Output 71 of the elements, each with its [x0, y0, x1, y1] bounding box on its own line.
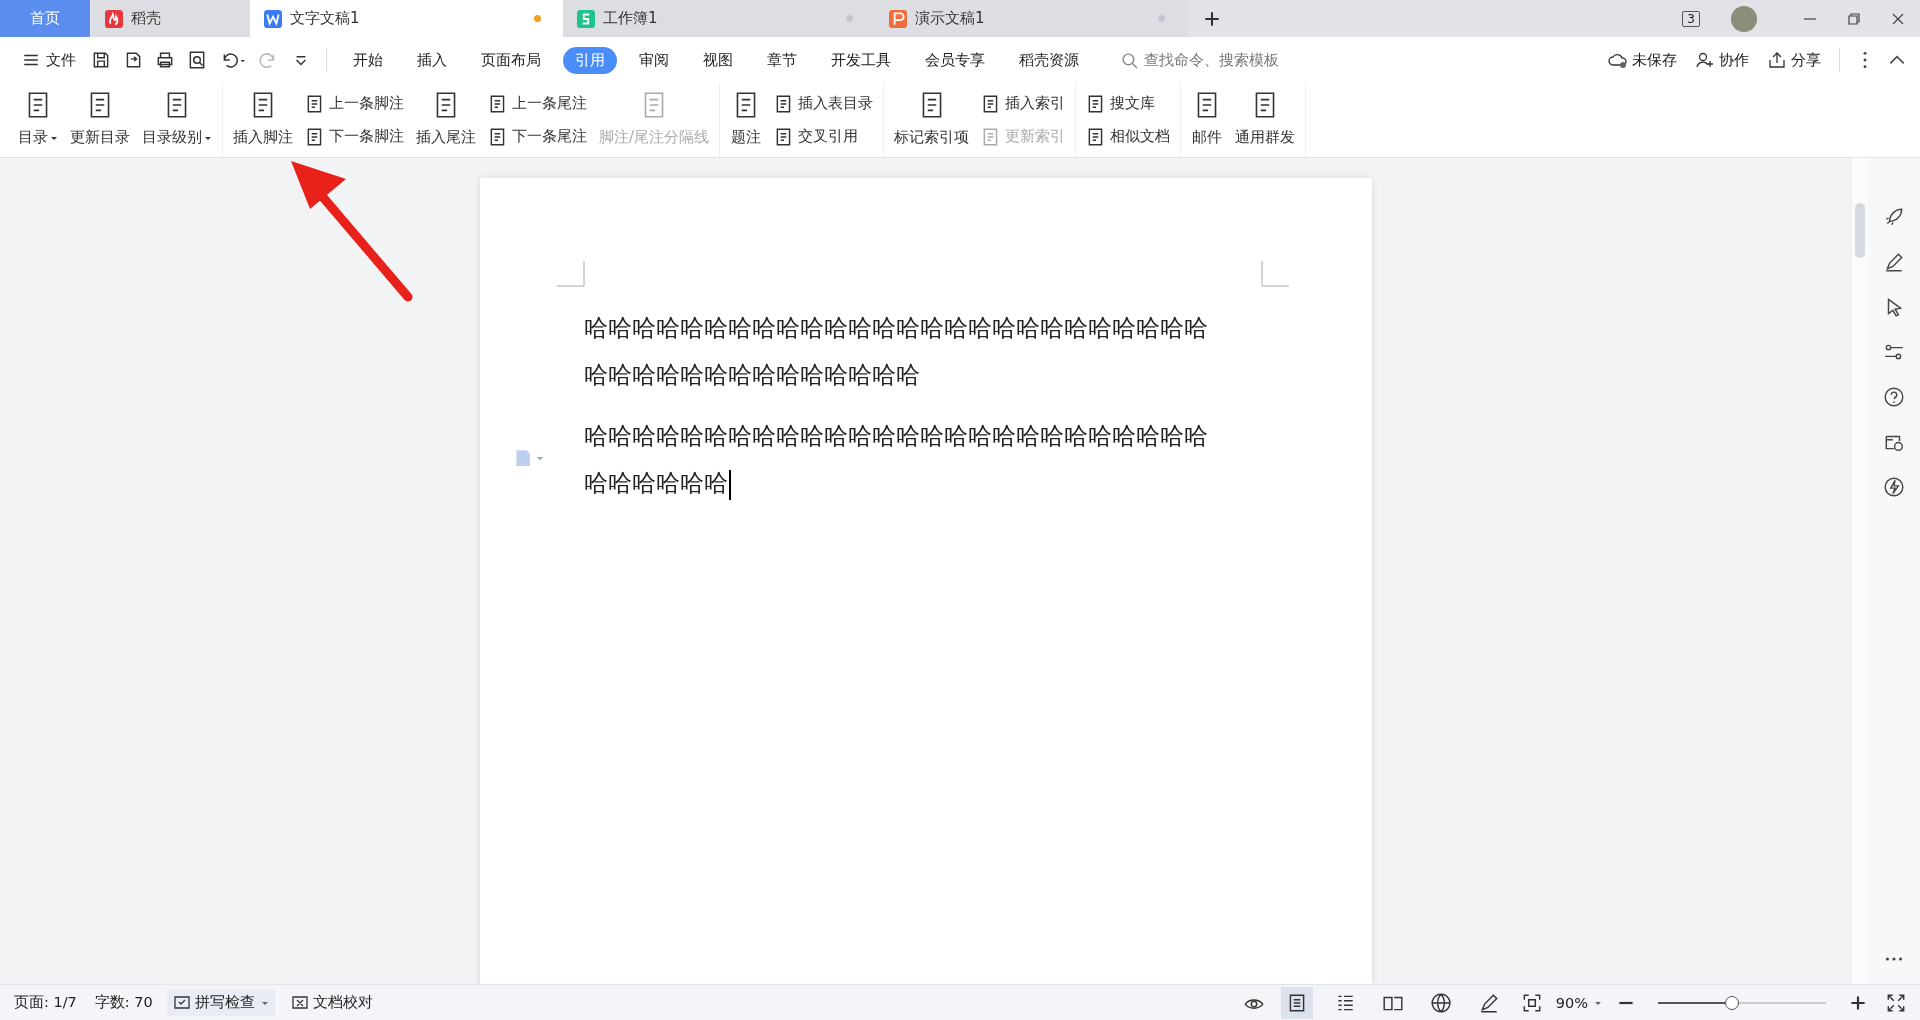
ribbon-button[interactable]: 下一条脚注 — [301, 124, 408, 149]
ribbon-button[interactable]: 插入尾注 — [412, 87, 480, 153]
ribbon-button[interactable]: 插入索引 — [977, 91, 1070, 116]
ribbon-button[interactable]: 目录 — [14, 87, 62, 153]
app-logo-icon — [577, 9, 595, 28]
ribbon-button[interactable]: 邮件 — [1187, 87, 1228, 153]
paragraph-text: 哈哈哈哈哈哈哈哈哈哈哈哈哈哈哈哈哈哈哈哈哈哈哈哈哈哈哈哈哈哈哈哈哈哈哈哈哈哈哈哈 — [583, 313, 1209, 391]
document-tab[interactable]: 文字文稿1 — [250, 0, 563, 37]
menu-tab[interactable]: 页面布局 — [469, 46, 553, 74]
flame-logo-icon — [105, 9, 123, 28]
lightning-icon[interactable] — [1883, 476, 1905, 498]
zoom-dropdown[interactable]: 90% — [1555, 994, 1602, 1011]
save-icon[interactable] — [91, 50, 111, 70]
pen-icon[interactable] — [1883, 251, 1905, 273]
window-count-badge[interactable]: 3 — [1682, 10, 1700, 27]
ribbon-button[interactable]: 相似文档 — [1082, 124, 1175, 149]
preview-icon[interactable] — [187, 50, 207, 70]
menu-tab[interactable]: 插入 — [405, 46, 459, 74]
file-menu[interactable]: 文件 — [16, 46, 82, 74]
toolbar-action-button[interactable]: 协作 — [1689, 46, 1755, 74]
menu-tab[interactable]: 章节 — [755, 46, 809, 74]
document-tab[interactable]: 稻壳 — [90, 0, 250, 37]
menu-tab[interactable]: 审阅 — [627, 46, 681, 74]
check-box-icon — [172, 993, 191, 1012]
ribbon-button[interactable]: 下一条尾注 — [484, 124, 591, 149]
document-tab[interactable]: 演示文稿1 — [875, 0, 1187, 37]
text-cursor — [728, 469, 731, 500]
cloud-icon — [1608, 51, 1628, 69]
search-field[interactable]: 查找命令、搜索模板 — [1117, 46, 1340, 74]
ribbon-button[interactable]: 交叉引用 — [770, 124, 878, 149]
paragraph-text: 哈哈哈哈哈哈哈哈哈哈哈哈哈哈哈哈哈哈哈哈哈哈哈哈哈哈哈哈哈哈哈哈 — [583, 413, 1210, 507]
view-mode-icon[interactable] — [1280, 986, 1313, 1019]
ribbon-button[interactable]: 标记索引项 — [890, 87, 974, 153]
toolbar-action-button[interactable]: 未保存 — [1602, 46, 1683, 74]
ribbon-button[interactable]: 插入表目录 — [770, 91, 878, 116]
ribbon-button[interactable]: 上一条脚注 — [301, 91, 408, 116]
new-tab-icon[interactable] — [1203, 9, 1221, 28]
menu-tab[interactable]: 会员专享 — [913, 46, 997, 74]
proofread-button[interactable]: 文档校对 — [284, 989, 379, 1016]
page-count[interactable]: 页面: 1/7 — [10, 993, 81, 1012]
ribbon-button[interactable]: 插入脚注 — [229, 87, 297, 153]
spell-check-button[interactable]: 拼写检查 — [166, 989, 275, 1016]
cross-box-icon — [290, 993, 309, 1012]
menu-tab[interactable]: 视图 — [691, 46, 745, 74]
app-logo-icon — [889, 9, 907, 28]
vertical-scrollbar[interactable] — [1851, 158, 1868, 984]
add-user-icon — [1695, 51, 1715, 69]
share-icon — [1767, 51, 1787, 69]
app-logo-icon — [264, 9, 282, 28]
help-icon[interactable] — [1883, 386, 1905, 408]
ribbon-button[interactable]: 题注 — [726, 87, 767, 153]
word-count[interactable]: 字数: 70 — [90, 993, 157, 1012]
ribbon-button[interactable]: 通用群发 — [1231, 87, 1300, 153]
search-icon — [1121, 51, 1138, 69]
menu-tab[interactable]: 开发工具 — [819, 46, 903, 74]
menu-tab[interactable]: 稻壳资源 — [1007, 46, 1091, 74]
slider-thumb[interactable] — [1724, 995, 1739, 1010]
ribbon-button[interactable]: 搜文库 — [1082, 91, 1175, 116]
rocket-icon[interactable] — [1883, 206, 1905, 228]
menu-tab[interactable]: 开始 — [341, 46, 395, 74]
margin-corner-mark — [556, 261, 585, 287]
zoom-slider[interactable] — [1658, 995, 1826, 1010]
ribbon-button[interactable]: 上一条尾注 — [484, 91, 591, 116]
ribbon-button[interactable]: 更新目录 — [66, 87, 134, 153]
toolbar-action-button[interactable]: 分享 — [1761, 46, 1827, 74]
avatar-icon[interactable] — [1730, 4, 1758, 33]
ribbon-button[interactable]: 目录级别 — [138, 87, 216, 153]
print-icon[interactable] — [155, 50, 175, 70]
restore-icon[interactable] — [1846, 10, 1862, 27]
document-tab[interactable]: 工作簿1 — [563, 0, 875, 37]
margin-corner-mark — [1260, 261, 1289, 287]
